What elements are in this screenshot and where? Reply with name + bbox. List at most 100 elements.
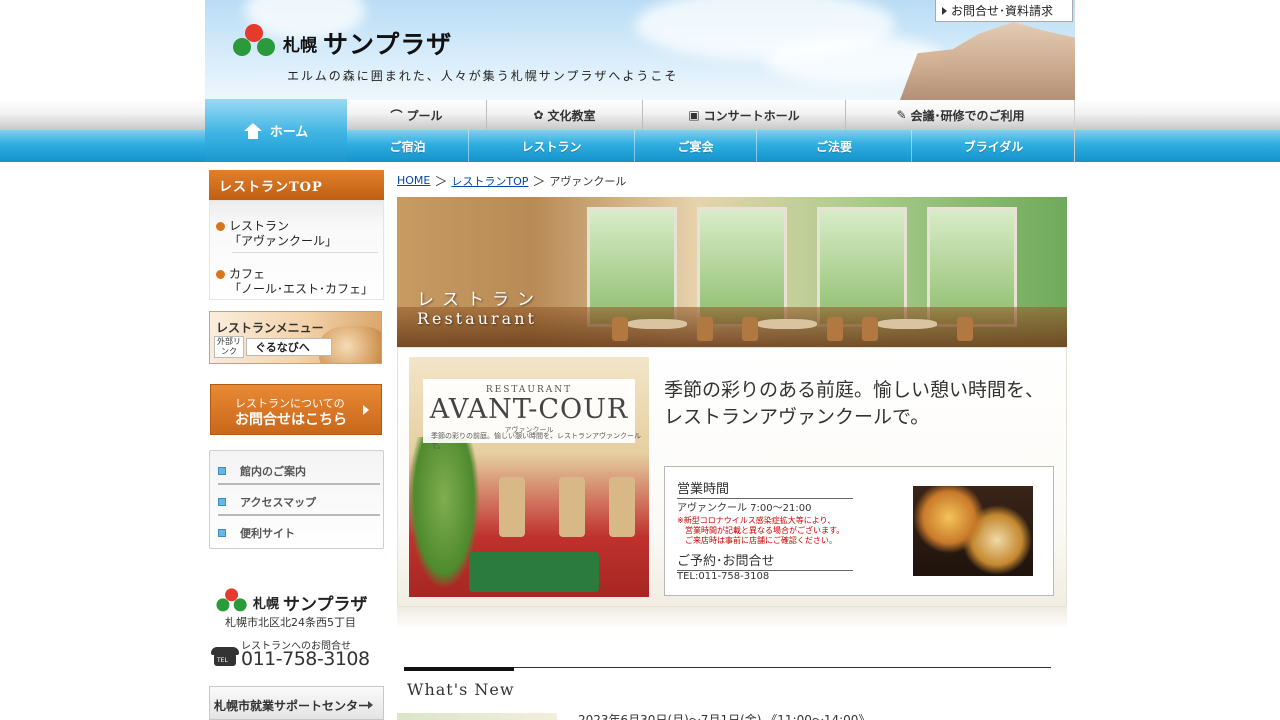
arrow-icon bbox=[363, 405, 369, 415]
nav-services-row: ご宿泊 レストラン ご宴会 ご法要 ブライダル bbox=[347, 130, 1075, 162]
whats-new-title: What's New bbox=[407, 680, 515, 699]
catchcopy-line1: 季節の彩りのある前庭。愉しい憩い時間を、 bbox=[664, 379, 1045, 401]
nav-item-label: 会議･研修でのご利用 bbox=[910, 108, 1025, 123]
info-link-facility-guide[interactable]: 館内のご案内 bbox=[218, 461, 380, 481]
sidebar-item-line1: カフェ bbox=[229, 267, 266, 281]
sidebar-item-avant-cour[interactable]: レストラン 「アヴァンクール」 bbox=[216, 219, 376, 249]
menu-banner-title: レストランメニュー bbox=[216, 321, 324, 335]
info-divider bbox=[218, 483, 380, 485]
hours-text: アヴァンクール 7:00～21:00 bbox=[677, 503, 812, 514]
hero-chair bbox=[827, 317, 843, 341]
nav-item-memorial[interactable]: ご法要 bbox=[757, 130, 912, 162]
covid-notice-line3: ご来店時は事前に店舗にご確認ください。 bbox=[685, 536, 837, 545]
breadcrumb-home[interactable]: HOME bbox=[397, 174, 430, 187]
bullet-icon bbox=[216, 222, 225, 231]
info-links-box: 館内のご案内 アクセスマップ 便利サイト bbox=[209, 450, 384, 549]
reserve-tel: TEL:011-758-3108 bbox=[677, 571, 770, 582]
nav-item-banquet[interactable]: ご宴会 bbox=[635, 130, 757, 162]
nav-item-meeting[interactable]: ✎ 会議･研修でのご利用 bbox=[846, 100, 1075, 130]
nav-item-pool[interactable]: ⌒ プール bbox=[347, 100, 487, 130]
restaurant-inquiry-button[interactable]: レストランについての お問合せはこちら bbox=[210, 384, 382, 435]
support-center-banner[interactable]: 札幌市就業サポートセンター bbox=[209, 686, 384, 720]
tel-icon-label: TEL bbox=[217, 657, 228, 664]
nav-item-label: ご宴会 bbox=[677, 139, 714, 154]
hero-chair bbox=[612, 317, 628, 341]
breadcrumb-separator: ＞ bbox=[434, 175, 448, 190]
site-tagline: エルムの森に囲まれた、人々が集う札幌サンプラザへようこそ bbox=[287, 69, 679, 83]
sidebar-item-line1: レストラン bbox=[229, 219, 290, 233]
hero-table bbox=[877, 319, 937, 329]
photo-chair bbox=[559, 477, 585, 537]
sidebar-divider bbox=[232, 252, 378, 253]
hero-chair bbox=[957, 317, 973, 341]
covid-notice-line1: ※新型コロナウイルス感染症拡大等により、 bbox=[677, 516, 836, 525]
logo-mark-icon bbox=[231, 24, 277, 62]
nav-home-tab[interactable]: ホーム bbox=[205, 99, 347, 162]
sidebar-item-cafe[interactable]: カフェ 「ノール･エスト･カフェ」 bbox=[216, 267, 376, 297]
site-logo[interactable]: 札幌 サンプラザ bbox=[231, 24, 452, 62]
photo-chair bbox=[609, 477, 635, 537]
culture-icon: ✿ bbox=[533, 108, 544, 122]
breadcrumb-restaurant-top[interactable]: レストランTOP bbox=[451, 173, 528, 189]
info-link-useful-sites[interactable]: 便利サイト bbox=[218, 523, 380, 543]
whats-new-rule-accent bbox=[404, 667, 514, 671]
photo-chair bbox=[499, 477, 525, 537]
nav-item-concert-hall[interactable]: ▣ コンサートホール bbox=[643, 100, 846, 130]
phone-number: 011-758-3108 bbox=[241, 648, 370, 670]
bullet-icon bbox=[216, 270, 225, 279]
pool-icon: ⌒ bbox=[390, 108, 403, 123]
bullet-icon bbox=[218, 498, 226, 506]
catchcopy-line2: レストランアヴァンクールで。 bbox=[664, 406, 930, 428]
hours-heading: 営業時間 bbox=[677, 478, 853, 499]
logo-name: サンプラザ bbox=[323, 30, 453, 59]
info-link-label: アクセスマップ bbox=[240, 496, 317, 509]
arrow-icon bbox=[942, 6, 947, 15]
nav-item-culture[interactable]: ✿ 文化教室 bbox=[487, 100, 643, 130]
external-link-badge: 外部リンク bbox=[214, 336, 244, 358]
logo-mark-icon bbox=[215, 588, 247, 615]
logo-city: 札幌 bbox=[253, 596, 280, 612]
contact-request-label: お問合せ･資料請求 bbox=[951, 4, 1054, 18]
hero-chair bbox=[742, 317, 758, 341]
nav-item-bridal[interactable]: ブライダル bbox=[912, 130, 1075, 162]
logo-city: 札幌 bbox=[283, 35, 317, 56]
info-link-label: 館内のご案内 bbox=[240, 465, 306, 478]
breadcrumb-separator: ＞ bbox=[532, 175, 546, 190]
hero-chair bbox=[862, 317, 878, 341]
tel-icon: TEL bbox=[211, 647, 239, 667]
hero-table bbox=[757, 319, 817, 329]
bullet-icon bbox=[218, 467, 226, 475]
restaurant-hero-image: レストラン Restaurant bbox=[397, 197, 1067, 347]
hero-table bbox=[627, 319, 687, 329]
contact-request-button[interactable]: お問合せ･資料請求 bbox=[935, 0, 1073, 22]
info-divider bbox=[218, 514, 380, 516]
news-thumbnail[interactable] bbox=[397, 713, 557, 720]
sign-subtext: 季節の彩りの前庭。愉しい憩い時間を、レストランアヴァンクールで。 bbox=[431, 432, 641, 450]
hotel-address: 札幌市北区北24条西5丁目 bbox=[225, 616, 356, 629]
concert-icon: ▣ bbox=[688, 108, 700, 122]
avant-cour-photo: RESTAURANT AVANT-COUR アヴァンクール 季節の彩りの前庭。愉… bbox=[409, 357, 649, 597]
nav-item-label: ご宿泊 bbox=[389, 139, 426, 154]
logo-name: サンプラザ bbox=[283, 594, 368, 615]
buffet-photo bbox=[913, 486, 1033, 576]
hero-title-en: Restaurant bbox=[417, 309, 537, 328]
nav-item-restaurant[interactable]: レストラン bbox=[469, 130, 635, 162]
info-link-access-map[interactable]: アクセスマップ bbox=[218, 492, 380, 512]
inquiry-line2: お問合せはこちら bbox=[235, 412, 347, 428]
restaurant-menu-banner[interactable]: レストランメニュー 外部リンク ぐるなびへ bbox=[209, 311, 382, 364]
reserve-heading: ご予約･お問合せ bbox=[677, 550, 853, 571]
sidebar-restaurant-list: レストラン 「アヴァンクール」 カフェ 「ノール･エスト･カフェ」 bbox=[209, 200, 384, 300]
news-item-date[interactable]: 2023年6月30日(月)～7月1日(金) 《11:00～14:00》 bbox=[578, 713, 870, 720]
nav-home-label: ホーム bbox=[269, 125, 309, 140]
nav-item-stay[interactable]: ご宿泊 bbox=[347, 130, 469, 162]
arrow-icon bbox=[368, 701, 373, 709]
pencil-icon: ✎ bbox=[896, 108, 907, 122]
sign-name: AVANT-COUR bbox=[429, 394, 629, 425]
nav-facilities-row: ⌒ プール ✿ 文化教室 ▣ コンサートホール ✎ 会議･研修でのご利用 bbox=[347, 100, 1075, 130]
sidebar-restaurant-top[interactable]: レストランTOP bbox=[209, 170, 384, 200]
photo-table bbox=[469, 552, 599, 592]
support-center-label: 札幌市就業サポートセンター bbox=[214, 699, 371, 713]
nav-item-label: レストラン bbox=[521, 139, 582, 154]
hero-title-jp: レストラン bbox=[417, 290, 542, 310]
gurunavi-link-label: ぐるなびへ bbox=[246, 338, 332, 356]
